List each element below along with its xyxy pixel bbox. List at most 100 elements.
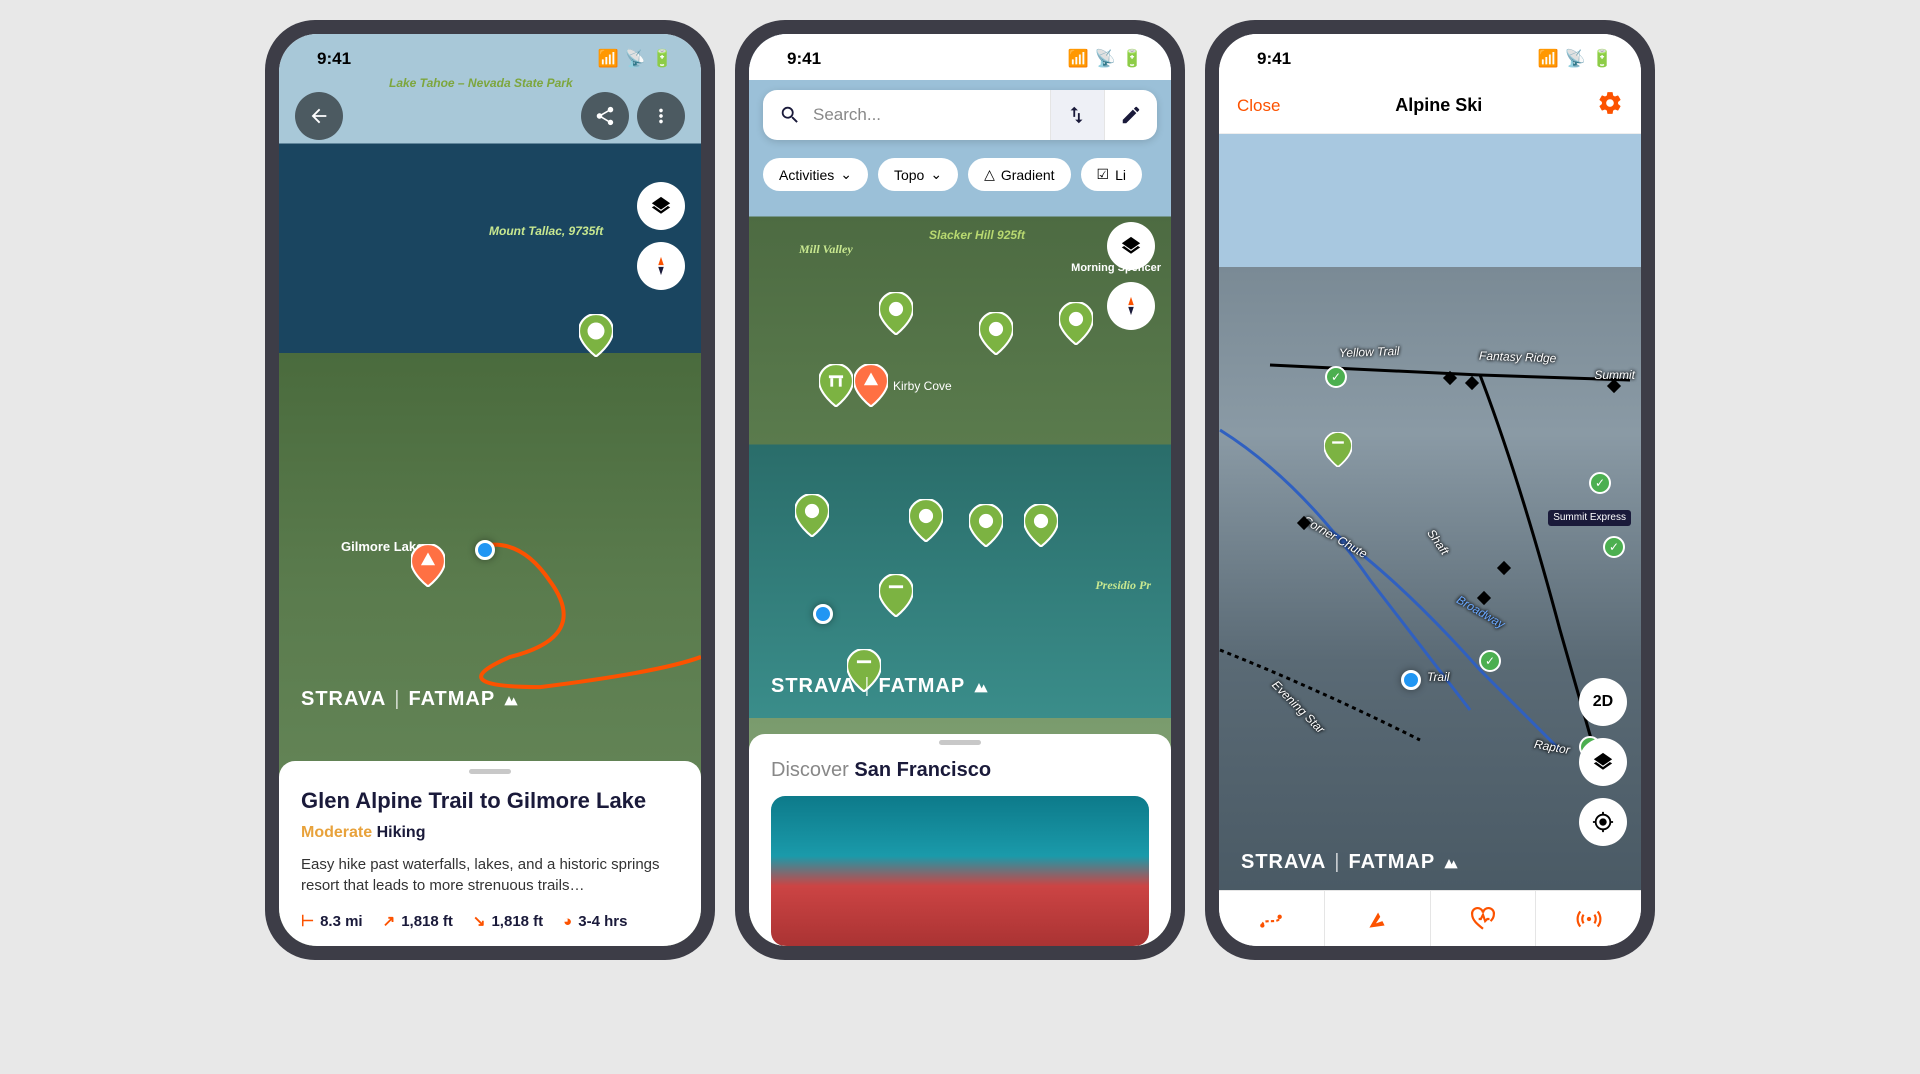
ski-icon [1364,906,1390,932]
run-marker-green[interactable]: ✓ [1603,536,1625,558]
map-pin-picnic[interactable] [1324,432,1352,466]
filter-row: Activities⌄ Topo⌄ △Gradient ☑Li [763,158,1171,191]
map-pin-picnic[interactable] [879,574,913,614]
share-icon [594,105,616,127]
user-location-dot [1401,670,1421,690]
battery-icon: 🔋 [1592,49,1613,69]
search-bar [763,90,1157,140]
run-marker-green[interactable]: ✓ [1589,472,1611,494]
run-marker-green[interactable]: ✓ [1325,366,1347,388]
map-pin[interactable] [969,504,1003,544]
search-icon [779,104,801,126]
drag-handle[interactable] [469,769,511,774]
tab-live[interactable] [1536,891,1641,946]
filter-activities[interactable]: Activities⌄ [763,158,868,191]
diamond-marker[interactable] [1467,375,1477,393]
diamond-marker[interactable] [1609,378,1619,396]
filter-gradient[interactable]: △Gradient [968,158,1070,191]
triangle-icon: △ [984,166,995,183]
fatmap-text: FATMAP [1348,851,1435,874]
tab-bar [1219,890,1641,946]
fatmap-logo-icon [1443,855,1459,871]
phone-discover: Mill Valley Slacker Hill 925ft Kirby Cov… [735,20,1185,960]
route-button[interactable] [1050,90,1104,140]
ski-map[interactable]: Yellow Trail Fantasy Ridge Summit Corner… [1219,130,1641,890]
filter-lifts[interactable]: ☑Li [1081,158,1142,191]
ski-label: Trail [1427,670,1449,684]
tab-routes[interactable] [1219,891,1325,946]
brand-logo: STRAVA | FATMAP [1241,851,1459,874]
search-input[interactable] [813,105,1034,125]
map-pin[interactable] [795,494,829,534]
more-vert-icon [650,105,672,127]
compass-button[interactable] [1107,282,1155,330]
trail-meta: Moderate Hiking [301,824,679,842]
diamond-marker[interactable] [1445,370,1455,388]
map-pin-picnic[interactable] [819,364,853,404]
map-pin[interactable] [909,499,943,539]
run-marker-green[interactable]: ✓ [1479,650,1501,672]
user-location-dot [813,604,833,624]
map-side-controls [637,182,685,290]
brand-logo: STRAVA | FATMAP [301,688,519,711]
close-button[interactable]: Close [1237,96,1280,116]
2d-toggle-button[interactable]: 2D [1579,678,1627,726]
map-pin[interactable] [1059,302,1093,342]
edit-button[interactable] [1104,90,1158,140]
check-icon: ☑ [1097,166,1110,183]
diamond-marker[interactable] [1479,590,1489,608]
brand-separator: | [864,675,870,698]
trail-info-card[interactable]: Glen Alpine Trail to Gilmore Lake Modera… [279,761,701,946]
filter-topo[interactable]: Topo⌄ [878,158,958,191]
route-icon [1258,906,1284,932]
brand-logo: STRAVA | FATMAP [771,675,989,698]
layers-button[interactable] [1579,738,1627,786]
route-icon [1066,104,1088,126]
wifi-icon: 📡 [1095,49,1116,69]
discover-title: Discover San Francisco [771,759,1149,782]
map-pin[interactable] [1024,504,1058,544]
tab-ski[interactable] [1325,891,1431,946]
trail-stats: ⊢ 8.3 mi ↗ 1,818 ft ↘ 1,818 ft ◕ 3-4 hrs [301,912,679,930]
gear-icon [1597,90,1623,116]
map-label-presidio: Presidio Pr [1095,578,1151,592]
lift-badge[interactable]: Summit Express [1548,510,1631,526]
chevron-down-icon: ⌄ [930,166,942,183]
diamond-marker[interactable] [1499,560,1509,578]
nav-bar: Close Alpine Ski [1219,80,1641,134]
discover-image[interactable] [771,796,1149,946]
drag-handle[interactable] [939,740,981,745]
compass-button[interactable] [637,242,685,290]
map-pin-poi[interactable] [579,314,613,354]
status-icons: 📶 📡 🔋 [1067,49,1143,69]
locate-button[interactable] [1579,798,1627,846]
map-pin-camping[interactable] [854,364,888,404]
brand-separator: | [394,688,400,711]
more-button[interactable] [637,92,685,140]
discover-card[interactable]: Discover San Francisco [749,734,1171,946]
search-input-wrap[interactable] [763,90,1050,140]
wifi-icon: 📡 [1565,49,1586,69]
settings-button[interactable] [1597,90,1623,121]
diamond-marker[interactable] [1299,515,1309,533]
map-pin-camping[interactable] [411,544,445,584]
wifi-icon: 📡 [625,49,646,69]
share-button[interactable] [581,92,629,140]
brand-separator: | [1334,851,1340,874]
map-pin[interactable] [879,292,913,332]
trail-description: Easy hike past waterfalls, lakes, and a … [301,854,679,896]
trail-difficulty: Moderate [301,824,372,841]
arrow-left-icon [308,105,330,127]
top-right-buttons [581,92,685,140]
status-icons: 📶 📡 🔋 [597,49,673,69]
phone-trail-detail: Lake Tahoe – Nevada State Park Mount Tal… [265,20,715,960]
layers-button[interactable] [637,182,685,230]
layers-button[interactable] [1107,222,1155,270]
layers-icon [1592,751,1614,773]
stat-ascent: ↗ 1,818 ft [383,912,453,930]
tab-health[interactable] [1431,891,1537,946]
crosshair-icon [1592,811,1614,833]
back-button[interactable] [295,92,343,140]
map-pin[interactable] [979,312,1013,352]
strava-text: STRAVA [1241,851,1326,874]
